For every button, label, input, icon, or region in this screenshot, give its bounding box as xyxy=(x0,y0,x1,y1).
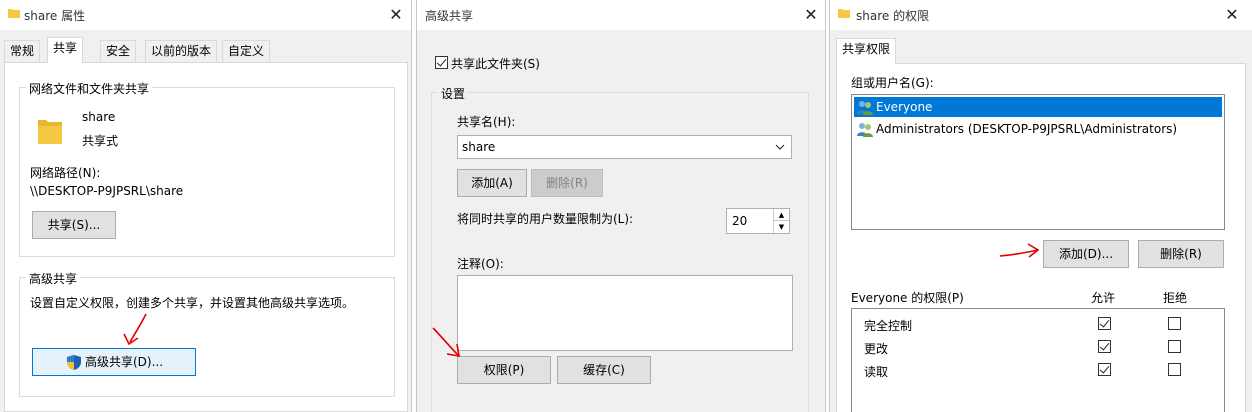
title-bar: 高级共享 ✕ xyxy=(417,0,825,30)
users-icon xyxy=(857,101,873,115)
close-icon[interactable]: ✕ xyxy=(1222,5,1242,25)
tab-previous-versions[interactable]: 以前的版本 xyxy=(145,40,218,62)
caching-button[interactable]: 缓存(C) xyxy=(557,356,651,384)
allow-change-checkbox[interactable] xyxy=(1098,340,1111,353)
share-name-value: share xyxy=(462,140,496,154)
uac-shield-icon xyxy=(67,355,81,370)
share-name-select[interactable]: share xyxy=(457,135,792,159)
window-title: 高级共享 xyxy=(425,9,474,23)
network-path-value: \\DESKTOP-P9JPSRL\share xyxy=(30,184,184,198)
title-bar: share 的权限 ✕ xyxy=(830,0,1252,30)
deny-header: 拒绝 xyxy=(1163,291,1188,305)
user-name: Administrators (DESKTOP-P9JPSRL\Administ… xyxy=(876,122,1178,136)
users-icon xyxy=(857,123,873,137)
tab-sharing[interactable]: 共享 xyxy=(47,37,84,63)
advanced-sharing-window: 高级共享 ✕ 共享此文件夹(S) 设置 共享名(H): share 添加(A) … xyxy=(416,0,826,412)
share-button[interactable]: 共享(S)... xyxy=(32,211,116,239)
folder-icon xyxy=(838,9,850,18)
folder-name: share xyxy=(82,110,116,124)
annotation-arrow xyxy=(123,313,147,346)
user-limit-spinner[interactable]: 20 ▲ ▼ xyxy=(726,208,790,234)
annotation-arrow xyxy=(432,327,460,357)
user-name: Everyone xyxy=(876,100,933,114)
remove-user-button[interactable]: 删除(R) xyxy=(1138,240,1224,268)
advanced-share-button[interactable]: 高级共享(D)... xyxy=(32,348,196,376)
add-share-button[interactable]: 添加(A) xyxy=(457,169,527,197)
permission-name: 完全控制 xyxy=(864,319,913,333)
network-path-label: 网络路径(N): xyxy=(30,166,101,180)
group-title: 设置 xyxy=(438,85,469,102)
permissions-button[interactable]: 权限(P) xyxy=(457,356,551,384)
comment-textarea[interactable] xyxy=(457,275,793,351)
title-bar: share 属性 ✕ xyxy=(0,0,411,30)
allow-full-control-checkbox[interactable] xyxy=(1098,317,1111,330)
group-users-label: 组或用户名(G): xyxy=(851,76,934,90)
tab-security[interactable]: 安全 xyxy=(100,40,137,62)
permissions-window: share 的权限 ✕ 共享权限 组或用户名(G): Everyone Admi… xyxy=(829,0,1252,412)
remove-share-button[interactable]: 删除(R) xyxy=(531,169,603,197)
deny-full-control-checkbox[interactable] xyxy=(1168,317,1181,330)
users-list: Everyone Administrators (DESKTOP-P9JPSRL… xyxy=(851,94,1225,230)
user-limit-value: 20 xyxy=(732,214,748,228)
spin-down-icon[interactable]: ▼ xyxy=(773,221,789,233)
spin-up-icon[interactable]: ▲ xyxy=(773,209,789,221)
permission-name: 更改 xyxy=(864,342,889,356)
tab-share-permissions[interactable]: 共享权限 xyxy=(836,38,897,64)
window-title: share 的权限 xyxy=(856,9,930,23)
tab-customize[interactable]: 自定义 xyxy=(222,40,271,62)
settings-group: 设置 共享名(H): share 添加(A) 删除(R) 将同时共享的用户数量限… xyxy=(431,85,809,412)
folder-share-state: 共享式 xyxy=(82,134,119,148)
list-item[interactable]: Everyone xyxy=(854,97,1222,117)
comment-label: 注释(O): xyxy=(457,257,504,271)
window-title: share 属性 xyxy=(24,9,86,23)
chevron-down-icon xyxy=(775,144,785,150)
share-folder-label: 共享此文件夹(S) xyxy=(451,57,540,71)
advanced-share-description: 设置自定义权限，创建多个共享，并设置其他高级共享选项。 xyxy=(30,296,355,310)
share-name-label: 共享名(H): xyxy=(457,115,516,129)
list-item[interactable]: Administrators (DESKTOP-P9JPSRL\Administ… xyxy=(854,119,1222,139)
annotation-arrow xyxy=(999,243,1040,258)
permissions-panel: 组或用户名(G): Everyone Administrators (DESKT… xyxy=(836,63,1246,412)
sharing-tab-panel: 网络文件和文件夹共享 share 共享式 网络路径(N): \\DESKTOP-… xyxy=(4,62,408,412)
allow-read-checkbox[interactable] xyxy=(1098,363,1111,376)
permission-name: 读取 xyxy=(864,365,889,379)
deny-change-checkbox[interactable] xyxy=(1168,340,1181,353)
group-title: 网络文件和文件夹共享 xyxy=(26,80,153,97)
folder-icon xyxy=(38,120,62,144)
close-icon[interactable]: ✕ xyxy=(801,5,821,25)
user-limit-label: 将同时共享的用户数量限制为(L): xyxy=(457,212,634,226)
permissions-list: 完全控制 更改 读取 xyxy=(851,308,1225,412)
advanced-share-label: 高级共享(D)... xyxy=(85,355,164,369)
advanced-share-group: 高级共享 设置自定义权限，创建多个共享，并设置其他高级共享选项。 高级共享(D)… xyxy=(19,270,395,397)
properties-window: share 属性 ✕ 常规 共享 安全 以前的版本 自定义 网络文件和文件夹共享… xyxy=(0,0,412,412)
share-folder-checkbox[interactable] xyxy=(435,56,448,69)
close-icon[interactable]: ✕ xyxy=(386,5,406,25)
allow-header: 允许 xyxy=(1091,291,1116,305)
permissions-header: Everyone 的权限(P) xyxy=(851,291,964,305)
folder-icon xyxy=(8,9,20,18)
network-share-group: 网络文件和文件夹共享 share 共享式 网络路径(N): \\DESKTOP-… xyxy=(19,80,395,257)
add-user-button[interactable]: 添加(D)... xyxy=(1043,240,1129,268)
deny-read-checkbox[interactable] xyxy=(1168,363,1181,376)
tab-general[interactable]: 常规 xyxy=(4,40,41,62)
group-title: 高级共享 xyxy=(26,270,81,287)
